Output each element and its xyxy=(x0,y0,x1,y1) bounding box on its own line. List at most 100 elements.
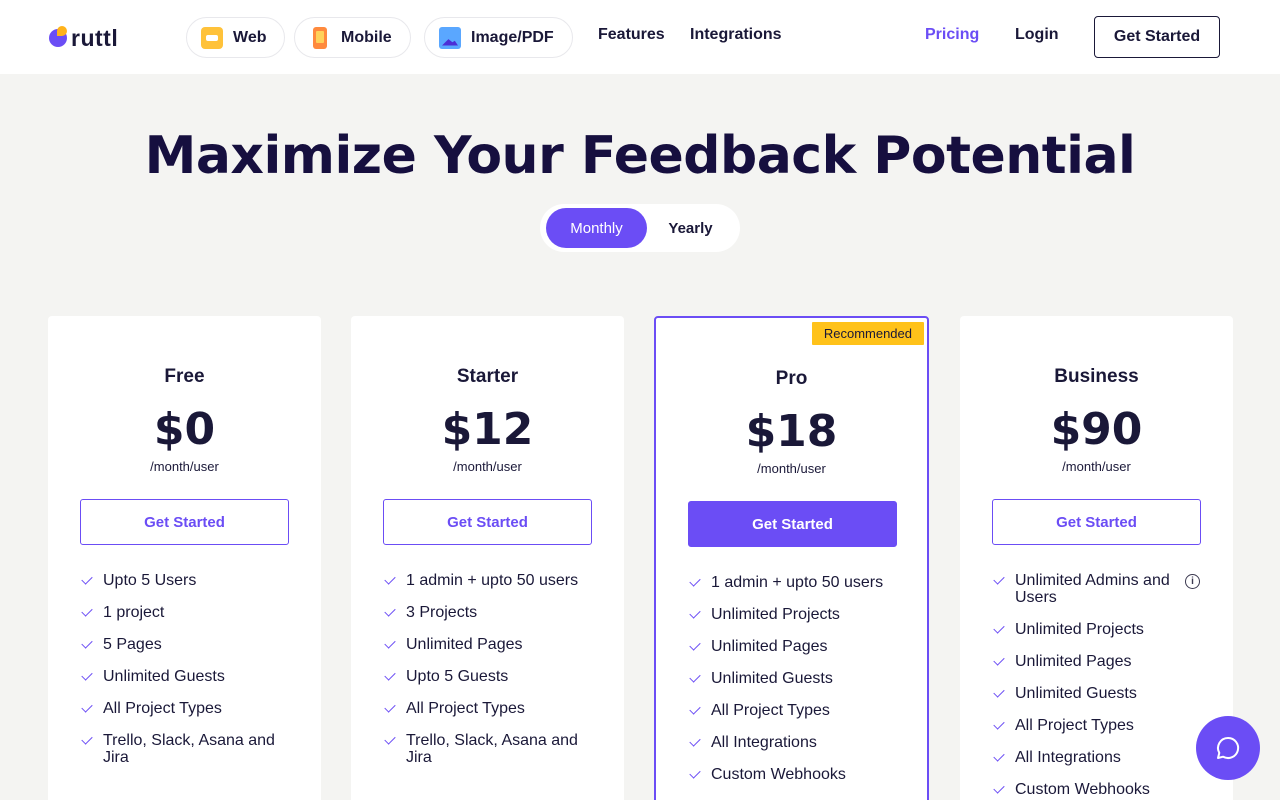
feature-label: All Project Types xyxy=(1015,717,1134,734)
feature-item: 1 project xyxy=(80,604,295,621)
plan-price: $12 xyxy=(441,404,534,455)
product-mobile-label: Mobile xyxy=(341,28,392,46)
ruttl-logo[interactable]: ruttl xyxy=(49,24,119,51)
feature-label: All Project Types xyxy=(711,702,830,719)
check-icon xyxy=(80,700,92,717)
feature-label: Unlimited Guests xyxy=(711,670,833,687)
plan-period: /month/user xyxy=(453,459,522,474)
check-icon xyxy=(688,702,700,719)
billing-toggle: Monthly Yearly xyxy=(540,204,740,252)
feature-item: Trello, Slack, Asana and Jira xyxy=(383,732,598,766)
plan-feature-list: Unlimited Admins and Users i Unlimited Pr… xyxy=(992,572,1200,800)
feature-item: Trello, Slack, Asana and Jira xyxy=(80,732,295,766)
feature-label: All Integrations xyxy=(711,734,817,751)
plan-period: /month/user xyxy=(1062,459,1131,474)
plan-pro-get-started-button[interactable]: Get Started xyxy=(688,501,897,547)
check-icon xyxy=(992,717,1004,734)
check-icon xyxy=(688,670,700,687)
check-icon xyxy=(992,685,1004,702)
check-icon xyxy=(688,606,700,623)
nav-pricing-link[interactable]: Pricing xyxy=(925,26,979,44)
nav-integrations-link[interactable]: Integrations xyxy=(690,26,782,44)
product-mobile-button[interactable]: Mobile xyxy=(294,17,411,58)
info-icon[interactable]: i xyxy=(1185,574,1200,589)
check-icon xyxy=(688,638,700,655)
chat-support-button[interactable] xyxy=(1196,716,1260,780)
check-icon xyxy=(80,604,92,621)
nav-login-link[interactable]: Login xyxy=(1015,26,1059,44)
feature-item: 1 admin + upto 50 users xyxy=(383,572,598,589)
plan-feature-list: 1 admin + upto 50 users Unlimited Projec… xyxy=(688,574,903,798)
plan-price: $18 xyxy=(745,406,838,457)
feature-item: All Project Types xyxy=(80,700,295,717)
feature-item: Custom Webhooks xyxy=(688,766,903,783)
feature-item: Upto 5 Guests xyxy=(383,668,598,685)
plan-price: $90 xyxy=(1050,404,1143,455)
header-get-started-button[interactable]: Get Started xyxy=(1094,16,1220,58)
feature-item: Unlimited Projects xyxy=(992,621,1200,638)
feature-label: Unlimited Guests xyxy=(1015,685,1137,702)
top-navbar: ruttl Web Mobile Image/PDF Features Inte… xyxy=(0,0,1280,74)
check-icon xyxy=(383,636,395,653)
feature-item: Upto 5 Users xyxy=(80,572,295,589)
billing-yearly-option[interactable]: Yearly xyxy=(647,208,734,248)
check-icon xyxy=(688,574,700,591)
feature-item: All Project Types xyxy=(992,717,1200,734)
check-icon xyxy=(383,668,395,685)
check-icon xyxy=(383,700,395,717)
check-icon xyxy=(992,749,1004,766)
feature-label: 3 Projects xyxy=(406,604,478,621)
feature-item: All Integrations xyxy=(688,734,903,751)
plan-price: $0 xyxy=(153,404,216,455)
feature-item: 1 admin + upto 50 users xyxy=(688,574,903,591)
feature-item: Unlimited Guests xyxy=(688,670,903,687)
check-icon xyxy=(80,636,92,653)
plan-period: /month/user xyxy=(757,461,826,476)
feature-label: Upto 5 Users xyxy=(103,572,197,589)
feature-label: Custom Webhooks xyxy=(711,766,846,783)
check-icon xyxy=(383,732,395,749)
plan-free-get-started-button[interactable]: Get Started xyxy=(80,499,289,545)
plan-business-get-started-button[interactable]: Get Started xyxy=(992,499,1201,545)
product-image-pdf-label: Image/PDF xyxy=(471,28,554,46)
plan-name: Pro xyxy=(775,368,808,389)
recommended-badge: Recommended xyxy=(811,322,924,345)
nav-features-link[interactable]: Features xyxy=(598,26,665,44)
feature-item: Unlimited Pages xyxy=(383,636,598,653)
check-icon xyxy=(992,572,1004,589)
feature-item: Custom Webhooks xyxy=(992,781,1200,798)
feature-label: Unlimited Projects xyxy=(1015,621,1144,638)
feature-label: Custom Webhooks xyxy=(1015,781,1150,798)
mobile-icon xyxy=(313,26,327,49)
plan-starter-get-started-button[interactable]: Get Started xyxy=(383,499,592,545)
check-icon xyxy=(383,604,395,621)
check-icon xyxy=(80,572,92,589)
check-icon xyxy=(992,781,1004,798)
feature-item: 5 Pages xyxy=(80,636,295,653)
logo-icon xyxy=(49,26,67,47)
plan-name: Business xyxy=(1054,366,1139,387)
plan-name: Starter xyxy=(456,366,519,387)
feature-item: Unlimited Admins and Users i xyxy=(992,572,1200,606)
feature-item: Unlimited Pages xyxy=(992,653,1200,670)
plan-card-pro: Recommended Pro $18 /month/user Get Star… xyxy=(654,316,929,800)
feature-item: All Integrations xyxy=(992,749,1200,766)
check-icon xyxy=(992,621,1004,638)
feature-label: All Project Types xyxy=(103,700,222,717)
feature-item: 3 Projects xyxy=(383,604,598,621)
check-icon xyxy=(992,653,1004,670)
feature-label: Unlimited Pages xyxy=(1015,653,1132,670)
feature-item: All Project Types xyxy=(383,700,598,717)
feature-label: Unlimited Guests xyxy=(103,668,225,685)
check-icon xyxy=(688,766,700,783)
feature-label: Unlimited Pages xyxy=(711,638,828,655)
product-web-button[interactable]: Web xyxy=(186,17,286,58)
feature-label: Trello, Slack, Asana and Jira xyxy=(406,732,578,766)
logo-text: ruttl xyxy=(71,24,119,51)
plan-period: /month/user xyxy=(150,459,219,474)
feature-item: Unlimited Projects xyxy=(688,606,903,623)
billing-monthly-option[interactable]: Monthly xyxy=(546,208,647,248)
product-image-pdf-button[interactable]: Image/PDF xyxy=(424,17,573,58)
check-icon xyxy=(688,734,700,751)
feature-item: Unlimited Pages xyxy=(688,638,903,655)
